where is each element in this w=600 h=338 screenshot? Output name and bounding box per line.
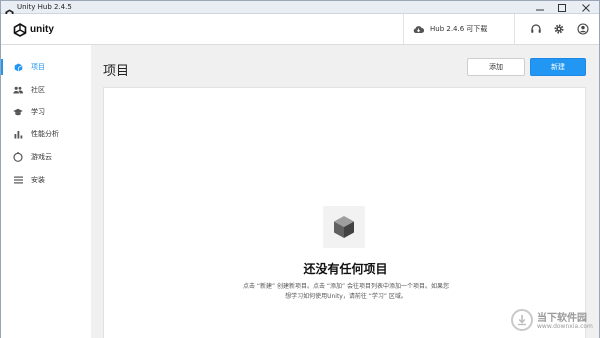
unity-app-icon — [5, 3, 14, 18]
project-list-panel: 还没有任何项目 点击 “新建” 创建新项目。点击 “添加” 会往项目列表中添加一… — [103, 87, 586, 338]
sidebar-item-analytics[interactable]: 性能分析 — [1, 124, 91, 144]
main-content: 项目 添加 新建 还没有任何项目 点击 “新建” 创建新项目。点击 “添加” 会… — [91, 45, 599, 338]
empty-state-title: 还没有任何项目 — [303, 262, 388, 276]
people-icon — [13, 85, 23, 95]
title-bar: Unity Hub 2.4.5 — [1, 1, 599, 18]
sidebar: 项目 社区 学习 性能分析 游戏云 安装 — [1, 45, 91, 338]
window-title: Unity Hub 2.4.5 — [17, 3, 72, 11]
unity-logo: unity — [13, 22, 54, 37]
minimize-icon — [536, 9, 544, 10]
sidebar-item-community[interactable]: 社区 — [1, 80, 91, 100]
bar-chart-icon — [13, 129, 23, 139]
graduation-cap-icon — [13, 107, 23, 117]
sidebar-item-label: 社区 — [31, 86, 45, 94]
maximize-button[interactable] — [551, 1, 573, 14]
app-window: Unity Hub 2.4.5 unity Hub 2.4.6 可下载 项目 社… — [0, 0, 600, 338]
sidebar-item-label: 游戏云 — [31, 153, 52, 161]
sidebar-item-installs[interactable]: 安装 — [1, 170, 91, 190]
empty-state-illustration — [323, 206, 365, 248]
page-title: 项目 — [103, 64, 130, 79]
close-icon — [582, 3, 590, 12]
logo-text: unity — [30, 24, 54, 35]
watermark-title: 当下软件园 — [537, 313, 587, 324]
box-icon — [334, 216, 354, 238]
watermark-logo-icon — [511, 309, 533, 331]
add-project-button[interactable]: 添加 — [467, 58, 525, 76]
settings-button[interactable] — [552, 22, 566, 36]
cloud-download-icon — [413, 25, 424, 33]
account-button[interactable] — [576, 22, 590, 36]
sidebar-item-cloud[interactable]: 游戏云 — [1, 147, 91, 167]
sidebar-item-projects[interactable]: 项目 — [1, 57, 91, 77]
watermark-url: www.downxia.com — [537, 323, 593, 330]
cloud-cube-icon — [13, 152, 23, 162]
new-project-button[interactable]: 新建 — [530, 58, 586, 76]
minimize-button[interactable] — [529, 1, 551, 14]
update-available-button[interactable]: Hub 2.4.6 可下载 — [403, 14, 515, 44]
headset-icon — [531, 24, 541, 33]
update-text: Hub 2.4.6 可下载 — [430, 25, 488, 33]
empty-state-description: 点击 “新建” 创建新项目。点击 “添加” 会往项目列表中添加一个项目。如果您想… — [242, 283, 450, 300]
maximize-icon — [558, 3, 566, 12]
sidebar-item-label: 安装 — [31, 176, 45, 184]
cube-icon — [13, 62, 23, 72]
sidebar-item-learn[interactable]: 学习 — [1, 102, 91, 122]
sidebar-item-label: 性能分析 — [31, 130, 59, 138]
app-header: unity Hub 2.4.6 可下载 — [1, 14, 599, 45]
account-icon — [577, 23, 589, 35]
sidebar-item-label: 学习 — [31, 108, 45, 116]
sidebar-item-label: 项目 — [31, 63, 45, 71]
unity-logo-icon — [13, 22, 27, 37]
close-button[interactable] — [573, 1, 599, 14]
watermark: 当下软件园 www.downxia.com — [511, 307, 597, 335]
list-icon — [13, 175, 23, 185]
gear-icon — [554, 24, 564, 34]
help-button[interactable] — [529, 22, 543, 36]
